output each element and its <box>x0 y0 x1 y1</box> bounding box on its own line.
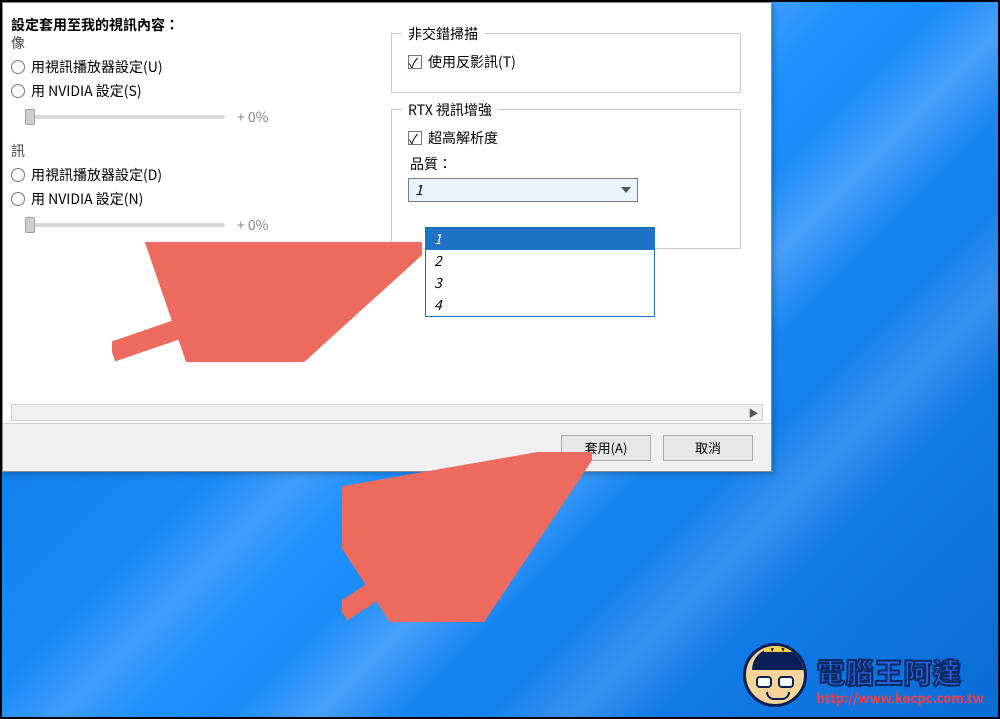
checkbox-icon <box>408 131 422 145</box>
watermark-title: 電腦王阿達 <box>817 658 984 686</box>
quality-option[interactable]: 3 <box>426 272 654 294</box>
slider-1[interactable]: + 0% <box>25 107 351 127</box>
apply-label: 套用(A) <box>585 438 628 457</box>
slider-value: + 0% <box>237 107 269 127</box>
radio-icon <box>11 192 25 206</box>
button-bar: 套用(A) 取消 <box>3 423 771 471</box>
slider-track[interactable] <box>25 115 225 119</box>
radio-icon <box>11 168 25 182</box>
radio-nvidia-n[interactable]: 用 NVIDIA 設定(N) <box>11 189 351 209</box>
checkbox-super-res[interactable]: 超高解析度 <box>408 128 724 148</box>
settings-content: 設定套用至我的視訊內容： 像 用視訊播放器設定(U) 用 NVIDIA 設定(S… <box>11 13 763 403</box>
cancel-label: 取消 <box>695 438 721 457</box>
checkbox-icon <box>408 55 422 69</box>
watermark-text: 電腦王阿達 http://www.kocpc.com.tw <box>817 658 984 707</box>
slider-thumb[interactable] <box>25 109 35 125</box>
slider-value: + 0% <box>237 215 269 235</box>
scroll-right-icon[interactable]: ▶ <box>745 405 762 420</box>
group2-label: 訊 <box>11 141 351 161</box>
annotation-arrow-bottom <box>342 452 592 622</box>
slider-2[interactable]: + 0% <box>25 215 351 235</box>
quality-label: 品質： <box>410 154 724 174</box>
left-column: 像 用視訊播放器設定(U) 用 NVIDIA 設定(S) + 0% <box>11 13 351 249</box>
radio-label: 用 NVIDIA 設定(S) <box>31 81 142 101</box>
cancel-button[interactable]: 取消 <box>663 435 753 461</box>
apply-button[interactable]: 套用(A) <box>561 435 651 461</box>
watermark: 電腦王阿達 http://www.kocpc.com.tw <box>743 643 984 707</box>
radio-player-d[interactable]: 用視訊播放器設定(D) <box>11 165 351 185</box>
watermark-url: http://www.kocpc.com.tw <box>817 688 984 707</box>
radio-label: 用 NVIDIA 設定(N) <box>31 189 143 209</box>
radio-player-u[interactable]: 用視訊播放器設定(U) <box>11 57 351 77</box>
quality-option[interactable]: 2 <box>426 250 654 272</box>
radio-label: 用視訊播放器設定(U) <box>31 57 163 77</box>
checkbox-label: 超高解析度 <box>428 128 498 148</box>
quality-option[interactable]: 1 <box>426 228 654 250</box>
slider-thumb[interactable] <box>25 217 35 233</box>
checkbox-label: 使用反影訊(T) <box>428 52 516 72</box>
deinterlace-legend: 非交錯掃描 <box>402 24 484 44</box>
deinterlace-group: 非交錯掃描 使用反影訊(T) <box>391 33 741 93</box>
group1-label: 像 <box>11 33 351 53</box>
quality-combobox[interactable]: 1 <box>408 178 638 202</box>
radio-label: 用視訊播放器設定(D) <box>31 165 162 185</box>
horizontal-scrollbar[interactable]: ▶ <box>11 404 763 421</box>
chevron-down-icon <box>619 183 633 197</box>
rtx-legend: RTX 視訊增強 <box>402 100 498 120</box>
radio-nvidia-s[interactable]: 用 NVIDIA 設定(S) <box>11 81 351 101</box>
slider-track[interactable] <box>25 223 225 227</box>
checkbox-deinterlace[interactable]: 使用反影訊(T) <box>408 52 724 72</box>
settings-window: 設定套用至我的視訊內容： 像 用視訊播放器設定(U) 用 NVIDIA 設定(S… <box>2 2 772 472</box>
radio-icon <box>11 60 25 74</box>
quality-option[interactable]: 4 <box>426 294 654 316</box>
quality-combobox-list[interactable]: 1 2 3 4 <box>425 227 655 317</box>
radio-icon <box>11 84 25 98</box>
watermark-avatar-icon <box>743 643 807 707</box>
quality-selected: 1 <box>415 180 423 200</box>
